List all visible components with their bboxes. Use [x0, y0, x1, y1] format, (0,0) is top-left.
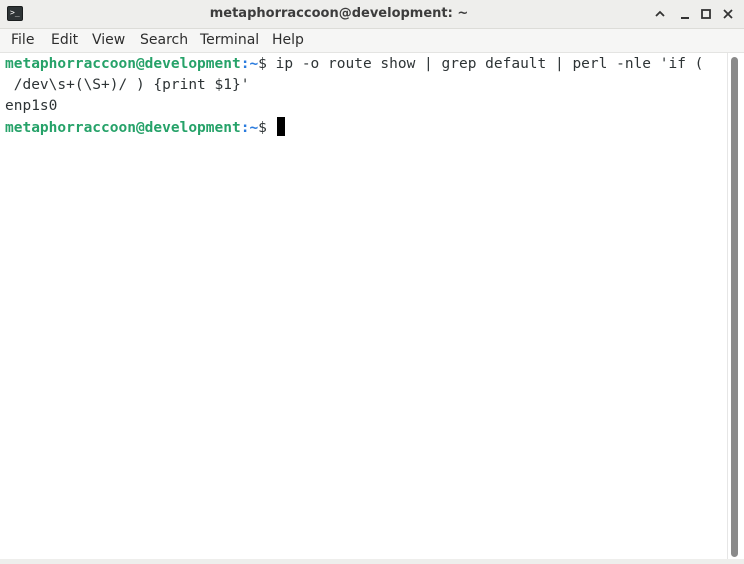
text-cursor — [276, 117, 285, 136]
prompt-path: ~ — [249, 56, 259, 72]
menu-terminal[interactable]: Terminal — [200, 29, 259, 52]
window-title: metaphorraccoon@development: ~ — [209, 6, 469, 21]
prompt-symbol: $ — [258, 56, 276, 72]
terminal-area[interactable]: metaphorraccoon@development:~$ ip -o rou… — [0, 53, 727, 564]
title-bar[interactable]: >_ metaphorraccoon@development: ~ — [0, 0, 744, 29]
terminal-output-line: enp1s0 — [5, 98, 58, 114]
menu-search[interactable]: Search — [140, 29, 188, 52]
maximize-icon[interactable] — [698, 6, 714, 22]
command-text: ip -o route show | grep default | perl -… — [275, 56, 704, 72]
terminal-line-4: metaphorraccoon@development:~$ — [5, 117, 285, 138]
prompt-symbol: $ — [258, 120, 276, 136]
close-icon[interactable] — [720, 6, 736, 22]
window-bottom-edge — [0, 559, 744, 564]
prompt-user-host: metaphorraccoon@development — [5, 56, 241, 72]
prompt-user-host: metaphorraccoon@development — [5, 120, 241, 136]
menu-view[interactable]: View — [92, 29, 125, 52]
menu-file[interactable]: File — [11, 29, 34, 52]
prompt-path: ~ — [249, 120, 259, 136]
terminal-line-1: metaphorraccoon@development:~$ ip -o rou… — [5, 54, 703, 75]
menu-bar: File Edit View Search Terminal Help — [0, 29, 744, 53]
scrollbar[interactable] — [727, 53, 744, 564]
terminal-line-2: /dev\s+(\S+)/ ) {print $1}' — [5, 77, 250, 93]
chevron-up-icon[interactable] — [652, 6, 668, 22]
minimize-icon[interactable] — [677, 6, 693, 22]
menu-help[interactable]: Help — [272, 29, 304, 52]
menu-edit[interactable]: Edit — [51, 29, 78, 52]
scrollbar-thumb[interactable] — [731, 57, 738, 557]
